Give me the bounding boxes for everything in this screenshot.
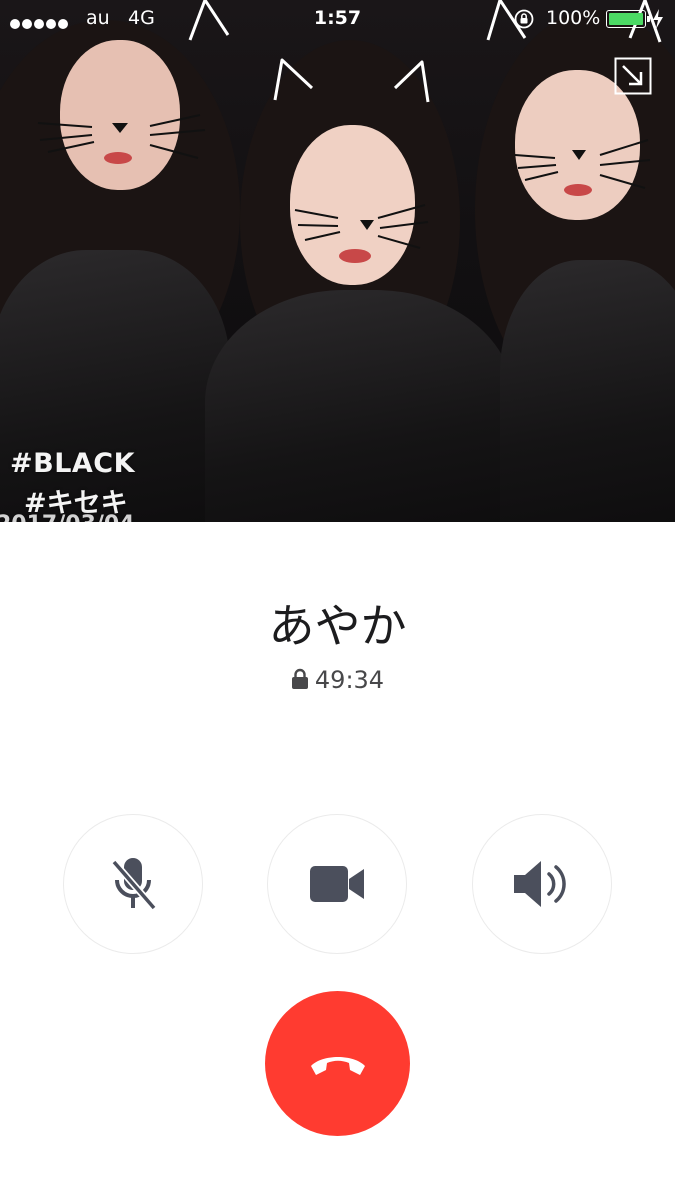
photo-cat-filter-doodles: [37, 0, 662, 263]
charging-bolt-icon: [652, 9, 664, 34]
minimize-call-button[interactable]: [614, 57, 652, 95]
mic-off-icon: [111, 858, 157, 911]
mute-button[interactable]: [63, 814, 203, 954]
photo-caption-date: 2017/03/04: [0, 512, 135, 522]
call-duration: 49:34: [314, 666, 385, 694]
shrink-arrow-icon: [614, 57, 652, 95]
photo-caption-hashtag-black: #BLACK: [10, 448, 136, 479]
status-bar: au 4G 1:57 100%: [0, 0, 675, 40]
video-camera-icon: [310, 866, 364, 902]
call-duration-row: 49:34: [0, 666, 675, 696]
caller-name: あやか: [268, 599, 407, 653]
lock-icon: [291, 668, 309, 696]
rotation-lock-icon: [513, 8, 535, 35]
battery-icon: [606, 10, 650, 28]
speaker-icon: [514, 861, 566, 907]
end-call-button[interactable]: [265, 991, 410, 1136]
speaker-button[interactable]: [472, 814, 612, 954]
phone-hangup-icon: [310, 1056, 365, 1075]
caller-photo: #BLACK #キセキ 2017/03/04: [0, 0, 675, 522]
battery-percentage: 100%: [546, 7, 601, 29]
video-call-button[interactable]: [267, 814, 407, 954]
